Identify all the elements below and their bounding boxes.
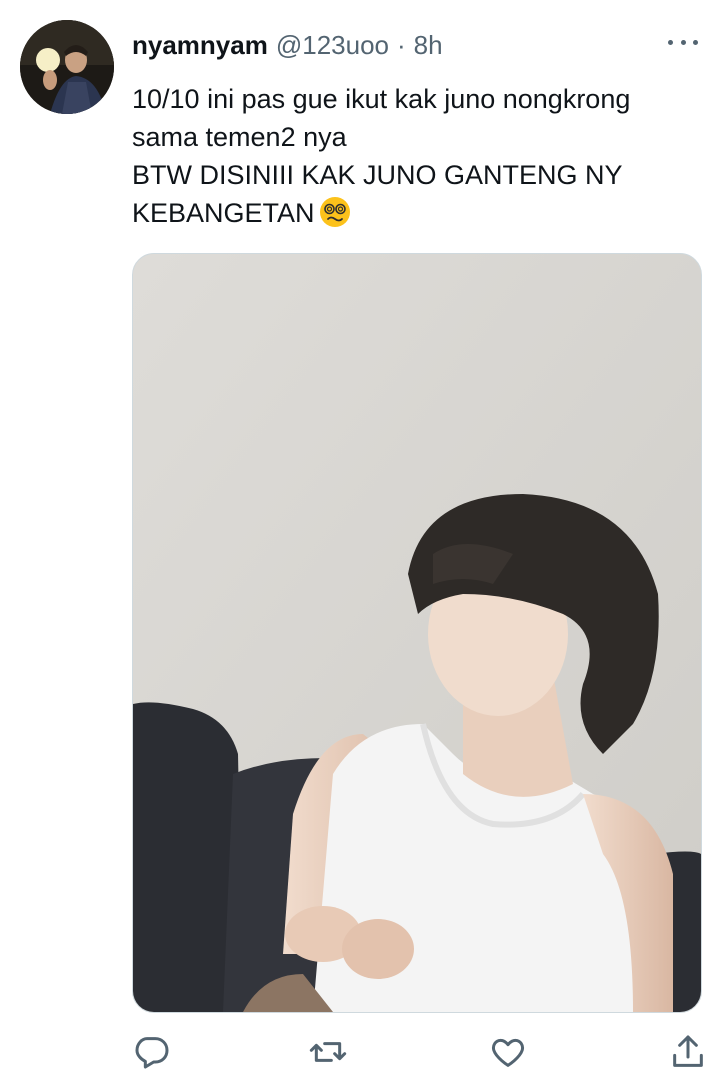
tweet-text-last-line: KEBANGETAN — [132, 194, 698, 232]
like-icon[interactable] — [488, 1032, 528, 1072]
tweet-text-line: BTW DISINIII KAK JUNO GANTENG NY — [132, 160, 623, 190]
separator-dot: · — [397, 30, 406, 60]
photo-content — [133, 254, 701, 1012]
tweet-actions — [132, 1030, 703, 1074]
author-handle[interactable]: @123uoo — [276, 30, 389, 60]
tweet-text-line: KEBANGETAN — [132, 198, 315, 228]
more-options-icon[interactable] — [668, 34, 698, 50]
avatar[interactable] — [20, 20, 114, 114]
tweet-text: 10/10 ini pas gue ikut kak juno nongkron… — [132, 80, 698, 232]
retweet-icon[interactable] — [308, 1032, 348, 1072]
timestamp[interactable]: 8h — [414, 30, 443, 60]
share-icon[interactable] — [668, 1032, 708, 1072]
dizzy-face-emoji-icon — [319, 196, 351, 228]
tweet-text-line: 10/10 ini pas gue ikut kak juno nongkron… — [132, 84, 631, 114]
tweet-text-line: sama temen2 nya — [132, 122, 347, 152]
avatar-photo — [20, 20, 114, 114]
author-name[interactable]: nyamnyam — [132, 30, 268, 60]
reply-icon[interactable] — [132, 1032, 172, 1072]
tweet-header: nyamnyam @123uoo · 8h — [132, 30, 443, 60]
tweet-photo[interactable] — [132, 253, 702, 1013]
